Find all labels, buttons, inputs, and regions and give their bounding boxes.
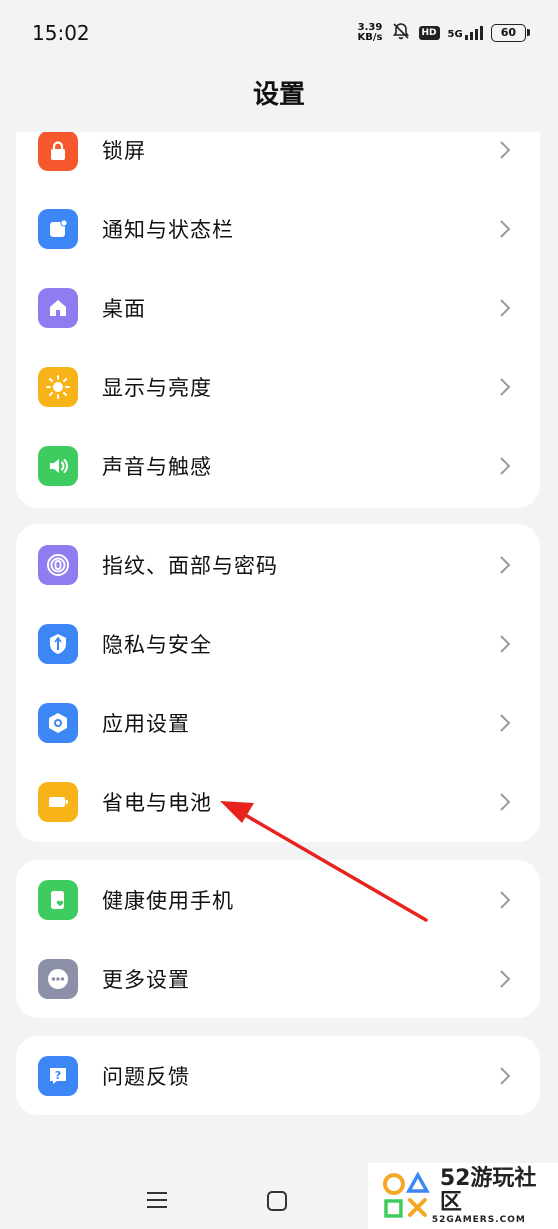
annotation-arrow	[220, 801, 428, 922]
